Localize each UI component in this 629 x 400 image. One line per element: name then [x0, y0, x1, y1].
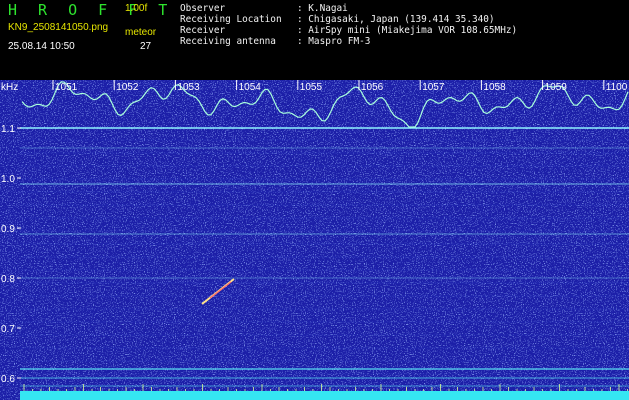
filename-label: KN9_2508141050.png	[8, 22, 109, 33]
freq-tick-label: 1.1	[1, 124, 15, 135]
info-label: Receiver	[180, 25, 226, 36]
bottom-timeline-bar	[20, 391, 629, 400]
info-value: : Chigasaki, Japan (139.414 35.340)	[297, 14, 495, 25]
info-row-receiver: Receiver : AirSpy mini (Miakejima VOR 108…	[180, 25, 517, 36]
time-tick-label: 1058	[483, 82, 506, 93]
freq-tick-label: 0.7	[1, 324, 15, 335]
time-tick-label: 1053	[177, 82, 200, 93]
info-value: : K.Nagai	[297, 3, 348, 14]
datetime-label: 25.08.14 10:50	[8, 41, 75, 52]
info-row-location: Receiving Location : Chigasaki, Japan (13…	[180, 14, 517, 25]
info-row-antenna: Receiving antenna : Maspro FM-3	[180, 36, 517, 47]
info-value: : Maspro FM-3	[297, 36, 371, 47]
counter-type-label: meteor	[125, 27, 157, 38]
time-tick-label: 1055	[300, 82, 323, 93]
header-panel: H R O F F T 1.00f KN9_2508141050.png 25.…	[0, 0, 629, 80]
unit-label: kHz	[1, 82, 18, 93]
spectrogram: 1.1 1.0 0.9 0.8 0.7 0.6 1051 1052 1053 1054 1055 1…	[0, 80, 629, 400]
counter-value: 27	[140, 41, 152, 52]
time-tick-label: 1052	[116, 82, 139, 93]
observation-info: Observer : K.Nagai Receiving Location : Ch…	[180, 3, 517, 47]
info-label: Observer	[180, 3, 226, 14]
info-value: : AirSpy mini (Miakejima VOR 108.65MHz)	[297, 25, 518, 36]
freq-tick-label: 1.0	[1, 174, 15, 185]
time-tick-label: 1051	[55, 82, 78, 93]
time-tick-label: 1054	[239, 82, 262, 93]
info-row-observer: Observer : K.Nagai	[180, 3, 517, 14]
freq-tick-label: 0.8	[1, 274, 15, 285]
freq-tick-label: 0.6	[1, 374, 15, 385]
app-title: H R O F F T	[8, 1, 174, 19]
version-label: 1.00f	[125, 3, 148, 14]
time-tick-label: 1057	[422, 82, 445, 93]
time-tick-label: 1059	[545, 82, 568, 93]
info-label: Receiving Location	[180, 14, 282, 25]
freq-tick-label: 0.9	[1, 224, 15, 235]
time-tick-label: 1100	[606, 82, 628, 93]
time-tick-label: 1056	[361, 82, 384, 93]
info-label: Receiving antenna	[180, 36, 276, 47]
